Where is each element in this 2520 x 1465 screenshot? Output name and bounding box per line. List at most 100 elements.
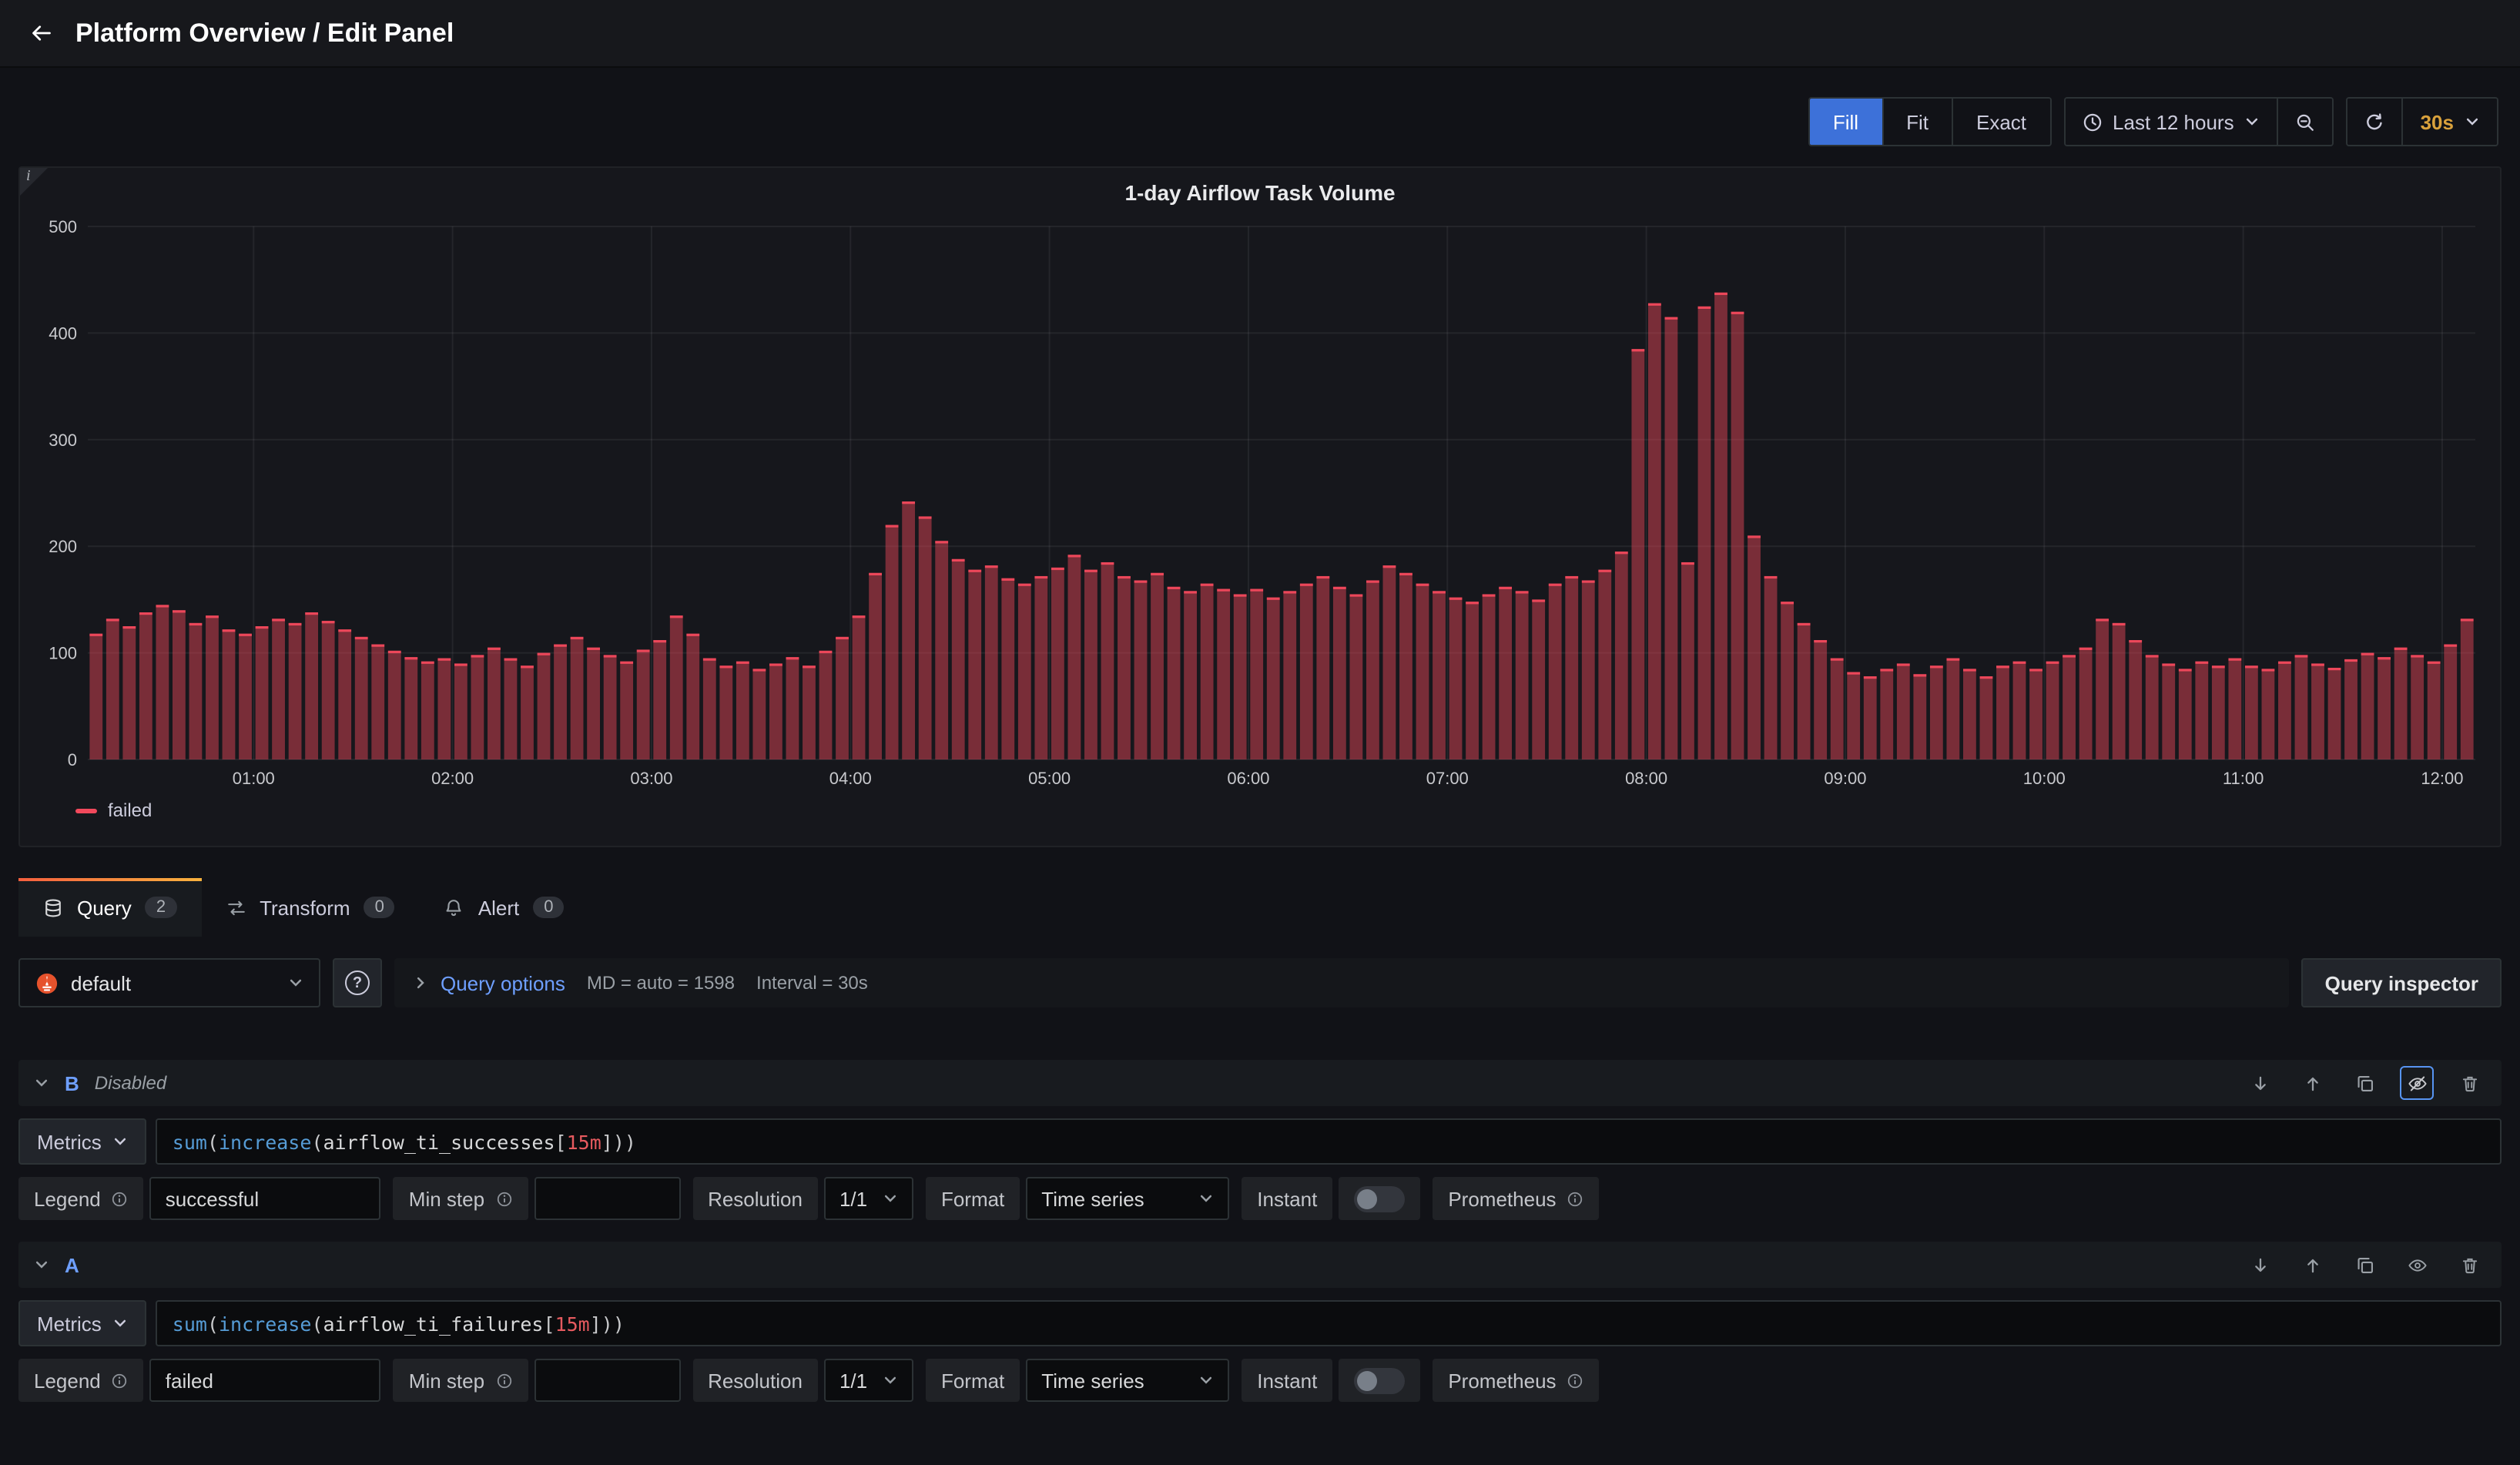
resolution-select[interactable]: 1/1 [824,1177,913,1220]
min-step-field-label: Min step [394,1177,528,1220]
metrics-browser-button[interactable]: Metrics [18,1118,146,1165]
query-a-editor-row: Metrics sum(increase(airflow_ti_failures… [18,1300,2502,1346]
info-icon[interactable] [112,1372,129,1389]
format-field-label: Format [926,1359,1020,1402]
view-mode-exact-button[interactable]: Exact [1952,99,2049,145]
svg-text:12:00: 12:00 [2421,769,2463,788]
svg-text:01:00: 01:00 [233,769,275,788]
tab-transform[interactable]: Transform 0 [201,878,420,937]
grafana-edit-panel-page: Platform Overview / Edit Panel Fill Fit … [0,0,2520,1465]
min-step-input[interactable] [534,1359,680,1402]
datasource-type-label: Prometheus [1433,1359,1599,1402]
airflow-task-volume-chart[interactable]: 010020030040050001:0002:0003:0004:0005:0… [32,214,2488,793]
tab-alert[interactable]: Alert 0 [420,878,589,937]
refresh-interval-picker[interactable]: 30s [2402,99,2497,145]
info-icon[interactable] [112,1190,129,1207]
zoom-out-icon [2296,112,2316,132]
tab-alert-label: Alert [478,896,519,919]
info-icon[interactable] [1567,1372,1584,1389]
toggle-query-visibility-button[interactable] [2400,1066,2434,1100]
view-mode-fit-button[interactable]: Fit [1882,99,1952,145]
query-a-header[interactable]: A [18,1242,2502,1288]
chart-area: 010020030040050001:0002:0003:0004:0005:0… [32,214,2488,793]
query-b-actions [2243,1066,2486,1100]
metrics-browser-button[interactable]: Metrics [18,1300,146,1346]
question-circle-icon: ? [345,971,370,995]
delete-query-button[interactable] [2452,1248,2486,1282]
duplicate-query-button[interactable] [2347,1066,2381,1100]
collapse-toggle[interactable] [34,1257,49,1272]
chevron-down-icon [883,1373,898,1388]
time-controls-group: Last 12 hours [2063,97,2334,146]
toggle-knob [1354,1185,1405,1212]
prometheus-logo-icon [35,971,59,994]
refresh-icon [2365,112,2385,132]
database-icon [43,897,63,917]
time-range-picker[interactable]: Last 12 hours [2065,99,2277,145]
legend-input[interactable] [150,1177,381,1220]
collapse-toggle[interactable] [34,1075,49,1091]
info-icon[interactable] [495,1372,512,1389]
move-query-down-button[interactable] [2243,1248,2277,1282]
svg-text:500: 500 [49,217,77,236]
min-step-field-label: Min step [394,1359,528,1402]
instant-field-label: Instant [1242,1359,1332,1402]
tab-transform-count: 0 [364,897,395,918]
chart-panel: i 1-day Airflow Task Volume 010020030040… [18,166,2502,847]
query-disabled-badge: Disabled [95,1072,166,1094]
legend-input[interactable] [150,1359,381,1402]
refresh-button[interactable] [2348,99,2402,145]
datasource-help-button[interactable]: ? [333,958,382,1007]
min-step-input[interactable] [534,1177,680,1220]
promql-expression-input[interactable]: sum(increase(airflow_ti_failures[15m])) [156,1300,2502,1346]
query-inspector-button[interactable]: Query inspector [2302,958,2502,1007]
datasource-picker[interactable]: default [18,958,320,1007]
chevron-down-icon [2245,114,2260,129]
query-b-options-row: Legend Min step Resolution [18,1177,2502,1220]
move-query-up-button[interactable] [2295,1248,2329,1282]
toggle-knob [1354,1367,1405,1393]
format-select[interactable]: Time series [1026,1177,1229,1220]
info-icon[interactable] [495,1190,512,1207]
svg-text:02:00: 02:00 [431,769,474,788]
move-query-down-button[interactable] [2243,1066,2277,1100]
query-options-strip: Query options MD = auto = 1598 Interval … [394,958,2290,1007]
view-mode-fill-button[interactable]: Fill [1810,99,1882,145]
svg-text:09:00: 09:00 [1824,769,1866,788]
move-query-up-button[interactable] [2295,1066,2329,1100]
query-a-options-row: Legend Min step Resolution [18,1359,2502,1402]
transform-icon [226,897,246,917]
tab-alert-count: 0 [533,897,564,918]
tab-query-count: 2 [146,897,176,918]
query-options-label: Query options [441,971,565,994]
toggle-query-visibility-button[interactable] [2400,1248,2434,1282]
legend-label-failed[interactable]: failed [108,800,152,821]
info-icon[interactable] [1567,1190,1584,1207]
resolution-field-label: Resolution [692,1359,818,1402]
promql-expression-input[interactable]: sum(increase(airflow_ti_successes[15m])) [156,1118,2502,1165]
instant-toggle[interactable] [1339,1359,1420,1402]
format-select[interactable]: Time series [1026,1359,1229,1402]
query-options-toggle[interactable]: Query options [413,971,565,994]
angle-right-icon [413,975,428,991]
instant-toggle[interactable] [1339,1177,1420,1220]
datasource-bar: default ? Query options MD = auto = 1598… [18,958,2502,1007]
tab-query[interactable]: Query 2 [18,878,201,937]
query-b-header[interactable]: B Disabled [18,1060,2502,1106]
panel-info-corner[interactable] [20,168,48,196]
legend-swatch-failed [75,808,97,813]
tab-transform-label: Transform [260,896,350,919]
svg-text:08:00: 08:00 [1625,769,1667,788]
interval-text: Interval = 30s [756,972,868,994]
bell-icon [444,897,464,917]
delete-query-button[interactable] [2452,1066,2486,1100]
datasource-type-label: Prometheus [1433,1177,1599,1220]
svg-text:07:00: 07:00 [1426,769,1469,788]
zoom-out-button[interactable] [2277,99,2333,145]
resolution-select[interactable]: 1/1 [824,1359,913,1402]
back-button[interactable] [28,22,51,45]
page-title: Platform Overview / Edit Panel [75,18,454,49]
panel-toolbar: Fill Fit Exact Last 12 hours [0,68,2520,146]
duplicate-query-button[interactable] [2347,1248,2381,1282]
svg-text:11:00: 11:00 [2223,769,2264,788]
